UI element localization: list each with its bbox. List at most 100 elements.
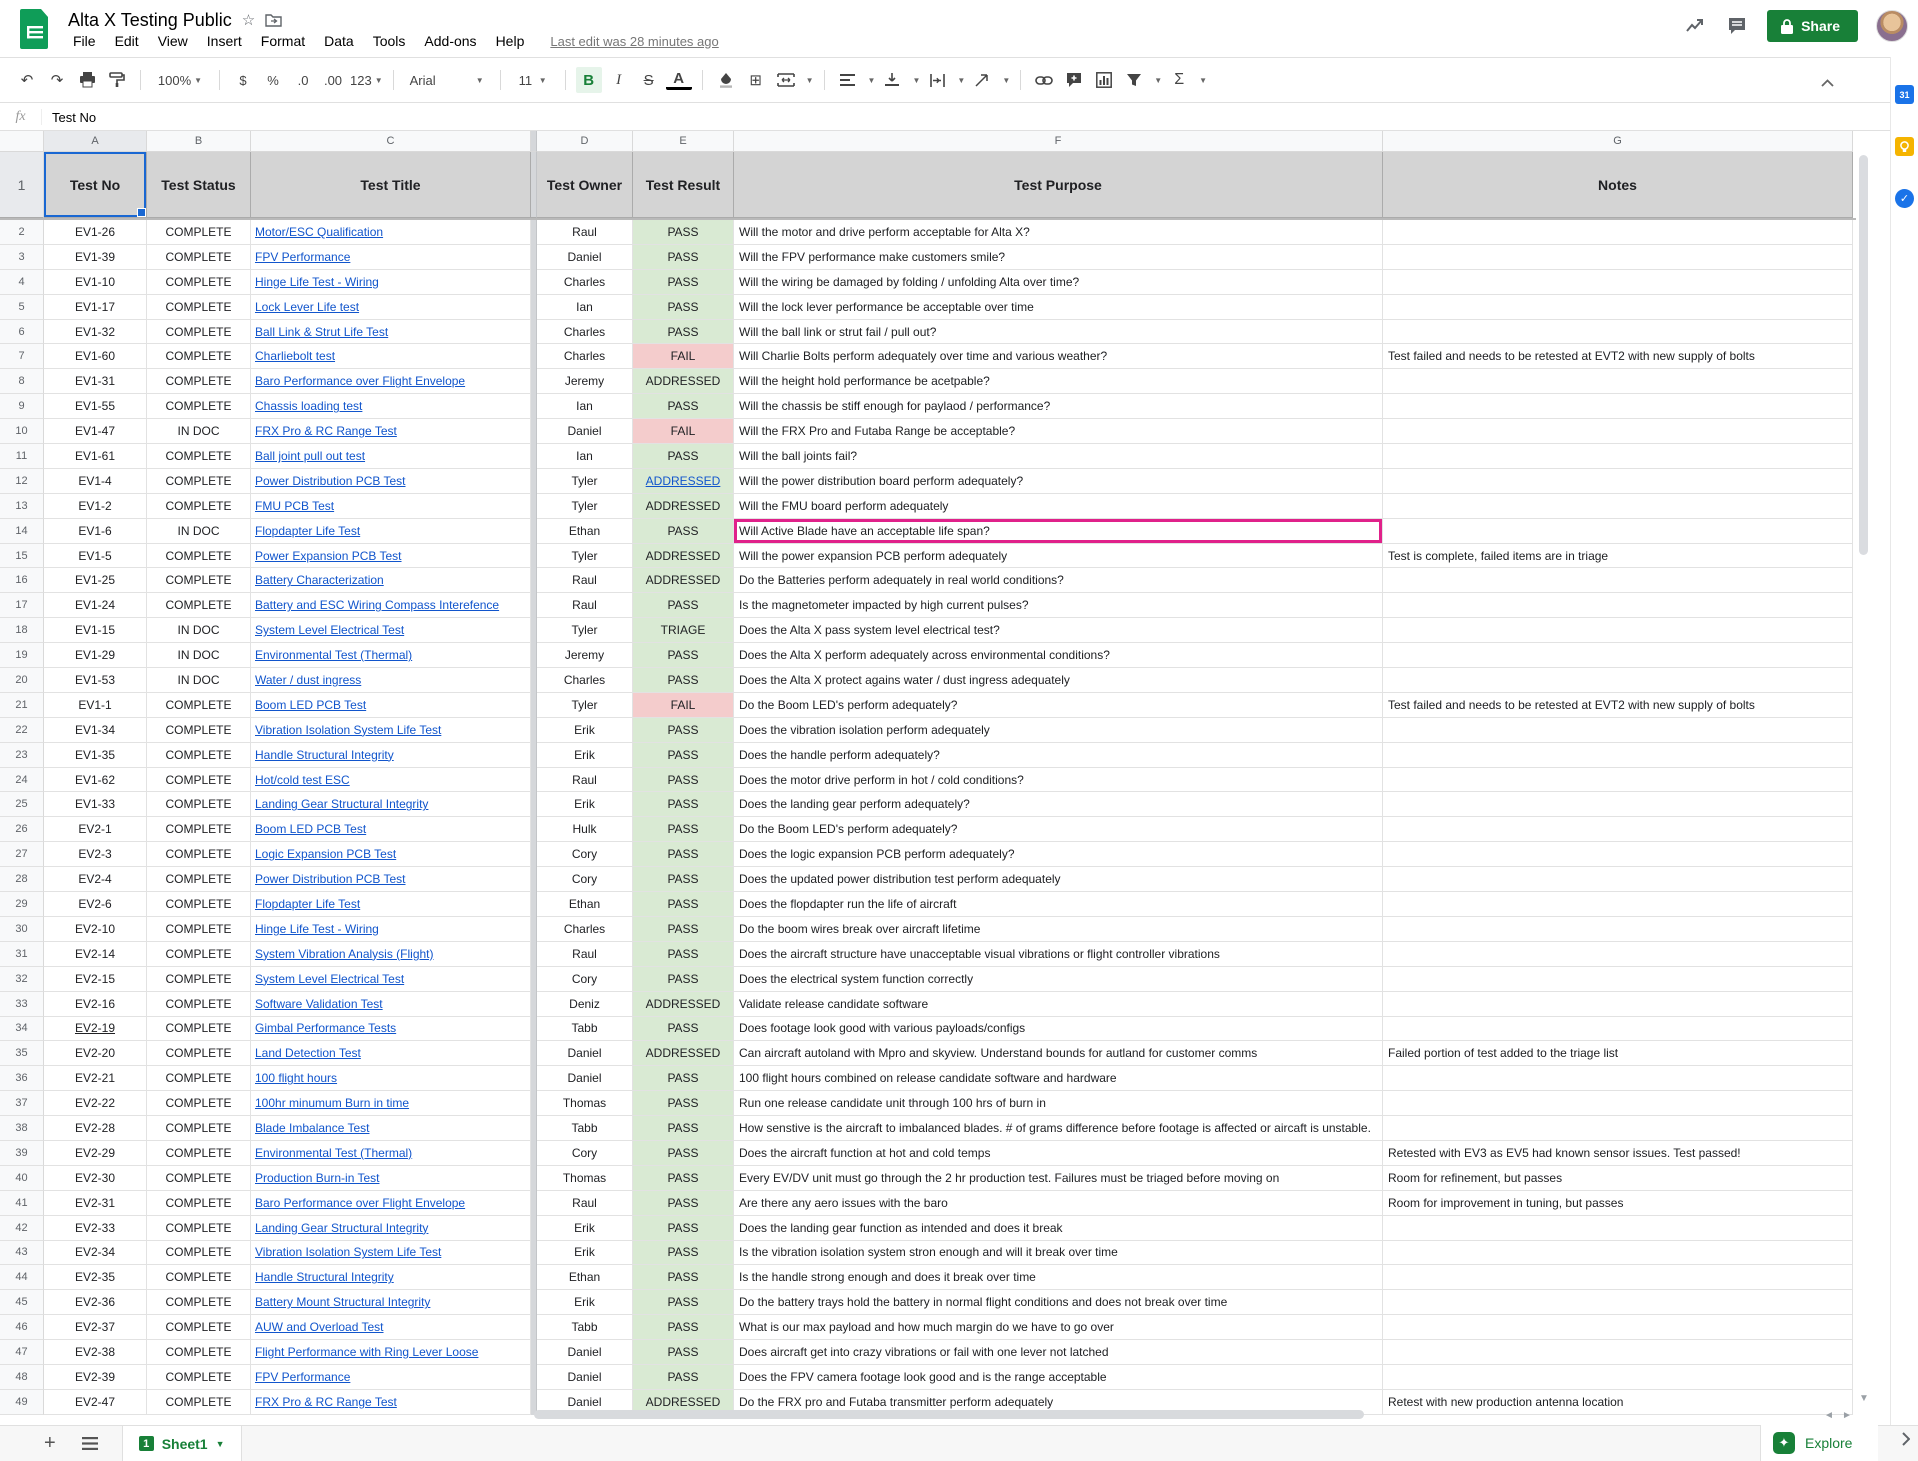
cell-test-purpose[interactable]: Do the battery trays hold the battery in… [734,1290,1383,1315]
cell-test-no[interactable]: EV2-29 [44,1141,147,1166]
cell-test-purpose[interactable]: Does the vibration isolation perform ade… [734,718,1383,743]
cell-notes[interactable] [1383,942,1853,967]
cell-test-result[interactable]: FAIL [633,419,734,444]
cell-test-purpose[interactable]: Will the wiring be damaged by folding / … [734,270,1383,295]
cell-test-result[interactable]: PASS [633,519,734,544]
row-number[interactable]: 2 [0,220,44,245]
cell-test-result[interactable]: PASS [633,817,734,842]
cell-test-status[interactable]: COMPLETE [147,1191,251,1216]
cell-test-no[interactable]: EV2-4 [44,867,147,892]
cell-test-title[interactable]: Gimbal Performance Tests [251,1017,531,1042]
cell-test-owner[interactable]: Ethan [537,519,633,544]
cell-test-purpose[interactable]: Does the landing gear perform adequately… [734,792,1383,817]
cell-test-purpose[interactable]: Will Active Blade have an acceptable lif… [734,519,1383,544]
cell-test-result[interactable]: PASS [633,1365,734,1390]
insert-comment-icon[interactable] [1061,67,1087,93]
test-title-link[interactable]: System Level Electrical Test [255,972,404,986]
cell-test-owner[interactable]: Cory [537,967,633,992]
cell-notes[interactable] [1383,444,1853,469]
test-title-link[interactable]: Flopdapter Life Test [255,524,360,538]
cell-test-no[interactable]: EV2-37 [44,1315,147,1340]
cell-test-no[interactable]: EV1-61 [44,444,147,469]
cell-test-no[interactable]: EV1-15 [44,618,147,643]
cell-test-title[interactable]: Land Detection Test [251,1041,531,1066]
select-all-corner[interactable] [0,131,44,152]
cell-test-result[interactable]: ADDRESSED [633,369,734,394]
scroll-left-icon[interactable]: ◄ [1824,1410,1834,1421]
cell-test-title[interactable]: Software Validation Test [251,992,531,1017]
cell-test-status[interactable]: COMPLETE [147,568,251,593]
row-number[interactable]: 14 [0,519,44,544]
test-title-link[interactable]: Battery and ESC Wiring Compass Interefen… [255,598,499,612]
cell-test-owner[interactable]: Daniel [537,1041,633,1066]
cell-test-status[interactable]: COMPLETE [147,1290,251,1315]
cell-test-status[interactable]: COMPLETE [147,1315,251,1340]
column-header-a[interactable]: A [44,131,147,152]
row-number[interactable]: 48 [0,1365,44,1390]
test-title-link[interactable]: FMU PCB Test [255,499,334,513]
cell-test-result[interactable]: PASS [633,917,734,942]
cell-test-owner[interactable]: Tyler [537,618,633,643]
move-to-folder-icon[interactable] [265,13,282,27]
text-wrap-button[interactable] [924,67,950,93]
row-number[interactable]: 12 [0,469,44,494]
vertical-align-dropdown[interactable]: ▼ [912,76,920,85]
cell-test-status[interactable]: COMPLETE [147,1091,251,1116]
cell-test-title[interactable]: Baro Performance over Flight Envelope [251,369,531,394]
cell-test-status[interactable]: COMPLETE [147,245,251,270]
cell-test-status[interactable]: COMPLETE [147,942,251,967]
cell-test-no[interactable]: EV1-5 [44,544,147,569]
cell-test-owner[interactable]: Thomas [537,1091,633,1116]
cell-test-no[interactable]: EV2-47 [44,1390,147,1415]
cell-test-owner[interactable]: Erik [537,792,633,817]
cell-test-owner[interactable]: Charles [537,668,633,693]
test-title-link[interactable]: Vibration Isolation System Life Test [255,1245,441,1259]
cell-test-title[interactable]: 100 flight hours [251,1066,531,1091]
cell-test-title[interactable]: Landing Gear Structural Integrity [251,792,531,817]
cell-notes[interactable] [1383,1365,1853,1390]
row-number[interactable]: 25 [0,792,44,817]
row-number[interactable]: 23 [0,743,44,768]
cell-test-no[interactable]: EV2-19 [44,1017,147,1042]
cell-test-no[interactable]: EV1-33 [44,792,147,817]
test-title-link[interactable]: Blade Imbalance Test [255,1121,370,1135]
test-title-link[interactable]: Chassis loading test [255,399,362,413]
test-title-link[interactable]: Vibration Isolation System Life Test [255,723,441,737]
test-title-link[interactable]: Production Burn-in Test [255,1171,380,1185]
cell-test-no[interactable]: EV2-20 [44,1041,147,1066]
cell-g1[interactable]: Notes [1383,152,1853,218]
cell-notes[interactable] [1383,1290,1853,1315]
cell-test-result[interactable]: FAIL [633,693,734,718]
cell-test-result[interactable]: ADDRESSED [633,544,734,569]
cell-notes[interactable] [1383,768,1853,793]
cell-test-title[interactable]: Ball Link & Strut Life Test [251,320,531,345]
test-title-link[interactable]: Ball joint pull out test [255,449,365,463]
cell-test-status[interactable]: IN DOC [147,618,251,643]
row-number[interactable]: 41 [0,1191,44,1216]
cell-notes[interactable] [1383,220,1853,245]
cell-test-result[interactable]: PASS [633,444,734,469]
test-title-link[interactable]: FPV Performance [255,250,350,264]
cell-test-result[interactable]: PASS [633,867,734,892]
text-color-button[interactable]: A [666,70,692,90]
cell-notes[interactable] [1383,668,1853,693]
cell-notes[interactable]: Room for refinement, but passes [1383,1166,1853,1191]
cell-test-result[interactable]: ADDRESSED [633,469,734,494]
insert-chart-icon[interactable] [1091,67,1117,93]
cell-test-title[interactable]: Boom LED PCB Test [251,693,531,718]
format-percent-button[interactable]: % [260,67,286,93]
cell-test-no[interactable]: EV2-15 [44,967,147,992]
test-title-link[interactable]: Power Expansion PCB Test [255,549,402,563]
test-title-link[interactable]: Charliebolt test [255,349,335,363]
cell-test-title[interactable]: Flopdapter Life Test [251,892,531,917]
cell-test-purpose[interactable]: Does the updated power distribution test… [734,867,1383,892]
test-title-link[interactable]: Handle Structural Integrity [255,748,394,762]
row-number[interactable]: 47 [0,1340,44,1365]
cell-notes[interactable] [1383,245,1853,270]
cell-test-no[interactable]: EV1-6 [44,519,147,544]
cell-test-result[interactable]: PASS [633,295,734,320]
cell-test-no[interactable]: EV2-22 [44,1091,147,1116]
cell-test-status[interactable]: COMPLETE [147,693,251,718]
cell-test-purpose[interactable]: Does the logic expansion PCB perform ade… [734,842,1383,867]
cell-test-purpose[interactable]: Is the magnetometer impacted by high cur… [734,593,1383,618]
